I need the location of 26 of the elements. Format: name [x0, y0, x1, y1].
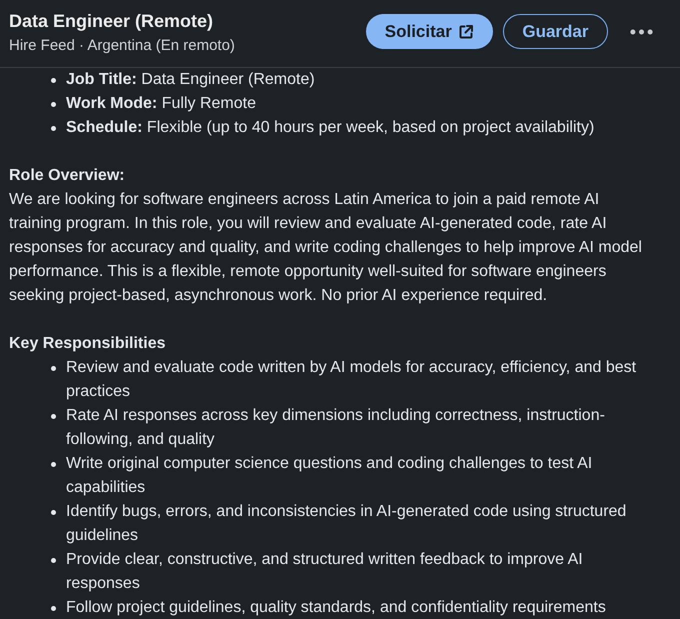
- more-icon: [630, 28, 653, 34]
- list-item-text: Work Mode: Fully Remote: [66, 94, 257, 114]
- bullet-icon: [51, 126, 56, 131]
- bullet-icon: [51, 102, 56, 107]
- list-item-text: Job Title: Data Engineer (Remote): [66, 70, 316, 90]
- list-item-text: Rate AI responses across key dimensions including correctness, instruction-following, and quality: [66, 406, 606, 450]
- bullet-icon: [51, 462, 56, 467]
- save-button[interactable]: Guardar: [502, 14, 608, 49]
- list-item-text: Write original computer science questions and coding challenges to test AI capabilities: [66, 454, 594, 498]
- bullet-icon: [51, 510, 56, 515]
- list-item-text: Review and evaluate code written by AI models for accuracy, efficiency, and best practices: [66, 358, 638, 402]
- bullet-icon: [51, 414, 56, 419]
- bullet-icon: [51, 558, 56, 563]
- bullet-icon: [51, 366, 56, 371]
- list-item-text: Schedule: Flexible (up to 40 hours per week, based on project availability): [66, 118, 596, 138]
- section-heading: Role Overview:: [9, 166, 126, 186]
- list-item-text: Identify bugs, errors, and inconsistencies in AI-generated code using structured guidelines: [66, 502, 628, 546]
- list-item-text: Follow project guidelines, quality standards, and confidentiality requirements: [66, 598, 607, 618]
- job-title: Data Engineer (Remote): [9, 10, 214, 32]
- list-item-text: Provide clear, constructive, and structured written feedback to improve AI responses: [66, 550, 584, 594]
- description-paragraph: We are looking for software engineers across Latin America to join a paid remote AI training program. In this role, you will review and evaluate AI-generated code, rate AI responses for accuracy and quality, and write coding challenges to help improve AI model performance. This is a flexible, remote opportunity well-suited for software engineers seeking project-based, asynchronous work. No prior AI experience required.: [9, 190, 643, 306]
- bullet-icon: [51, 78, 56, 83]
- company-location: Hire Feed · Argentina (En remoto): [9, 36, 235, 56]
- bullet-icon: [51, 606, 56, 611]
- section-heading: Key Responsibilities: [9, 334, 166, 354]
- apply-button[interactable]: Solicitar: [366, 14, 493, 49]
